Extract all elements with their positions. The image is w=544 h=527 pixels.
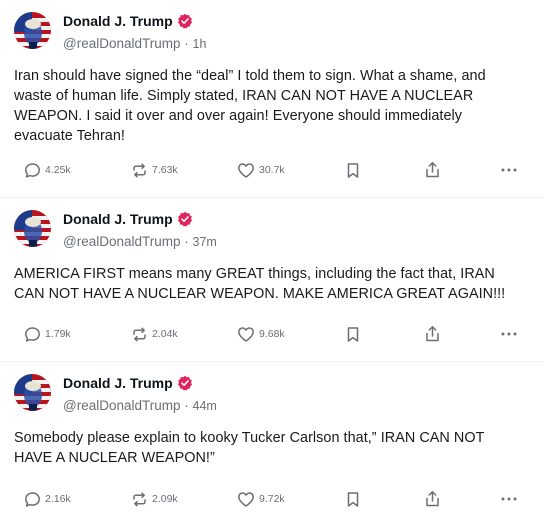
author-name[interactable]: Donald J. Trump bbox=[63, 375, 173, 391]
handle-row: @realDonaldTrump · 44m bbox=[63, 398, 217, 413]
repost-button[interactable]: 2.04k bbox=[131, 324, 178, 344]
post-meta: Donald J. Trump @realDonaldTrump · 44m bbox=[63, 374, 217, 413]
post-actions: 4.25k 7.63k 30.7k bbox=[14, 160, 530, 180]
share-button[interactable] bbox=[424, 489, 441, 509]
author-handle[interactable]: @realDonaldTrump bbox=[63, 398, 181, 413]
bookmark-button[interactable] bbox=[346, 489, 360, 509]
separator: · bbox=[180, 234, 193, 249]
avatar[interactable] bbox=[14, 374, 51, 411]
post-header: Donald J. Trump @realDonaldTrump · 37m bbox=[14, 210, 530, 249]
post[interactable]: Donald J. Trump @realDonaldTrump · 1h Ir… bbox=[0, 0, 544, 198]
author-row: Donald J. Trump bbox=[63, 210, 217, 228]
reply-button[interactable]: 1.79k bbox=[24, 324, 71, 344]
more-options-button[interactable] bbox=[500, 160, 518, 180]
handle-row: @realDonaldTrump · 37m bbox=[63, 234, 217, 249]
bookmark-button[interactable] bbox=[346, 160, 360, 180]
post-actions: 2.16k 2.09k 9.72k bbox=[14, 489, 530, 509]
repost-button[interactable]: 7.63k bbox=[131, 160, 178, 180]
post-meta: Donald J. Trump @realDonaldTrump · 37m bbox=[63, 210, 217, 249]
share-upload-icon bbox=[424, 490, 441, 508]
repost-arrows-icon bbox=[131, 326, 148, 343]
like-button[interactable]: 9.72k bbox=[237, 489, 285, 509]
reply-count: 4.25k bbox=[45, 164, 71, 176]
like-count: 9.72k bbox=[259, 493, 285, 505]
separator: · bbox=[180, 398, 193, 413]
post-text: Somebody please explain to kooky Tucker … bbox=[14, 430, 485, 466]
more-options-button[interactable] bbox=[500, 324, 518, 344]
more-dots-icon bbox=[500, 331, 518, 337]
repost-arrows-icon bbox=[131, 491, 148, 508]
reply-count: 1.79k bbox=[45, 328, 71, 340]
more-options-button[interactable] bbox=[500, 489, 518, 509]
like-count: 9.68k bbox=[259, 328, 285, 340]
share-upload-icon bbox=[424, 161, 441, 179]
bookmark-button[interactable] bbox=[346, 324, 360, 344]
verified-badge-icon bbox=[177, 375, 193, 391]
post-time[interactable]: 1h bbox=[193, 37, 207, 51]
like-button[interactable]: 30.7k bbox=[237, 160, 285, 180]
bookmark-icon bbox=[346, 162, 360, 179]
post[interactable]: Donald J. Trump @realDonaldTrump · 44m S… bbox=[0, 362, 544, 527]
repost-arrows-icon bbox=[131, 162, 148, 179]
heart-icon bbox=[237, 491, 255, 508]
speech-bubble-icon bbox=[24, 326, 41, 343]
verified-badge-icon bbox=[177, 13, 193, 29]
post-text: AMERICA FIRST means many GREAT things, i… bbox=[14, 266, 506, 302]
avatar[interactable] bbox=[14, 210, 51, 247]
feed: Donald J. Trump @realDonaldTrump · 1h Ir… bbox=[0, 0, 544, 527]
speech-bubble-icon bbox=[24, 491, 41, 508]
repost-count: 2.04k bbox=[152, 328, 178, 340]
separator: · bbox=[180, 36, 193, 51]
share-upload-icon bbox=[424, 325, 441, 343]
repost-count: 7.63k bbox=[152, 164, 178, 176]
author-row: Donald J. Trump bbox=[63, 12, 206, 30]
reply-button[interactable]: 4.25k bbox=[24, 160, 71, 180]
like-button[interactable]: 9.68k bbox=[237, 324, 285, 344]
bookmark-icon bbox=[346, 326, 360, 343]
repost-count: 2.09k bbox=[152, 493, 178, 505]
like-count: 30.7k bbox=[259, 164, 285, 176]
post-actions: 1.79k 2.04k 9.68k bbox=[14, 324, 530, 344]
reply-count: 2.16k bbox=[45, 493, 71, 505]
reply-button[interactable]: 2.16k bbox=[24, 489, 71, 509]
post-text: Iran should have signed the “deal” I tol… bbox=[14, 68, 486, 144]
more-dots-icon bbox=[500, 167, 518, 173]
author-row: Donald J. Trump bbox=[63, 374, 217, 392]
post-header: Donald J. Trump @realDonaldTrump · 1h bbox=[14, 12, 530, 51]
share-button[interactable] bbox=[424, 160, 441, 180]
avatar[interactable] bbox=[14, 12, 51, 49]
repost-button[interactable]: 2.09k bbox=[131, 489, 178, 509]
post-header: Donald J. Trump @realDonaldTrump · 44m bbox=[14, 374, 530, 413]
author-handle[interactable]: @realDonaldTrump bbox=[63, 234, 181, 249]
speech-bubble-icon bbox=[24, 162, 41, 179]
author-handle[interactable]: @realDonaldTrump bbox=[63, 36, 181, 51]
share-button[interactable] bbox=[424, 324, 441, 344]
post[interactable]: Donald J. Trump @realDonaldTrump · 37m A… bbox=[0, 198, 544, 362]
post-time[interactable]: 44m bbox=[193, 399, 217, 413]
post-meta: Donald J. Trump @realDonaldTrump · 1h bbox=[63, 12, 206, 51]
author-name[interactable]: Donald J. Trump bbox=[63, 211, 173, 227]
heart-icon bbox=[237, 326, 255, 343]
author-name[interactable]: Donald J. Trump bbox=[63, 13, 173, 29]
more-dots-icon bbox=[500, 496, 518, 502]
heart-icon bbox=[237, 162, 255, 179]
bookmark-icon bbox=[346, 491, 360, 508]
handle-row: @realDonaldTrump · 1h bbox=[63, 36, 206, 51]
post-time[interactable]: 37m bbox=[193, 235, 217, 249]
verified-badge-icon bbox=[177, 211, 193, 227]
